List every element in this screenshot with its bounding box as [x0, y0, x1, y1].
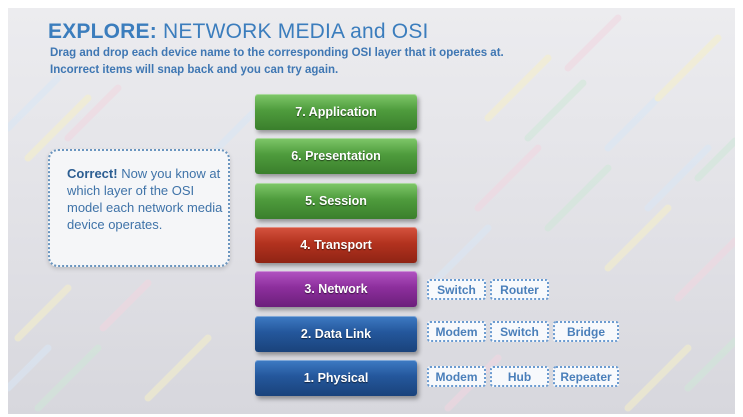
instruction-line-2: Incorrect items will snap back and you c… — [50, 64, 339, 76]
device-chip-switch[interactable]: Switch — [427, 279, 486, 300]
osi-layer-6-presentation[interactable]: 6. Presentation — [255, 138, 417, 174]
slide-stage: EXPLORE: NETWORK MEDIA and OSI Drag and … — [8, 8, 735, 414]
osi-layer-4-transport[interactable]: 4. Transport — [255, 227, 417, 263]
instruction-line-1: Drag and drop each device name to the co… — [50, 47, 504, 59]
osi-layer-7-application[interactable]: 7. Application — [255, 94, 417, 130]
device-chip-repeater[interactable]: Repeater — [553, 366, 619, 387]
feedback-message: Correct! Now you know at which layer of … — [67, 166, 223, 232]
feedback-box: Correct! Now you know at which layer of … — [48, 149, 230, 267]
device-chip-hub[interactable]: Hub — [490, 366, 549, 387]
feedback-status: Correct! — [67, 166, 118, 181]
page-title: EXPLORE: NETWORK MEDIA and OSI — [48, 20, 429, 43]
osi-layer-5-session[interactable]: 5. Session — [255, 183, 417, 219]
osi-layer-1-physical[interactable]: 1. Physical — [255, 360, 417, 396]
device-chip-router[interactable]: Router — [490, 279, 549, 300]
osi-layer-3-network[interactable]: 3. Network — [255, 271, 417, 307]
device-chip-switch[interactable]: Switch — [490, 321, 549, 342]
osi-layer-2-data-link[interactable]: 2. Data Link — [255, 316, 417, 352]
device-chip-modem[interactable]: Modem — [427, 366, 486, 387]
device-chip-bridge[interactable]: Bridge — [553, 321, 619, 342]
device-chip-modem[interactable]: Modem — [427, 321, 486, 342]
